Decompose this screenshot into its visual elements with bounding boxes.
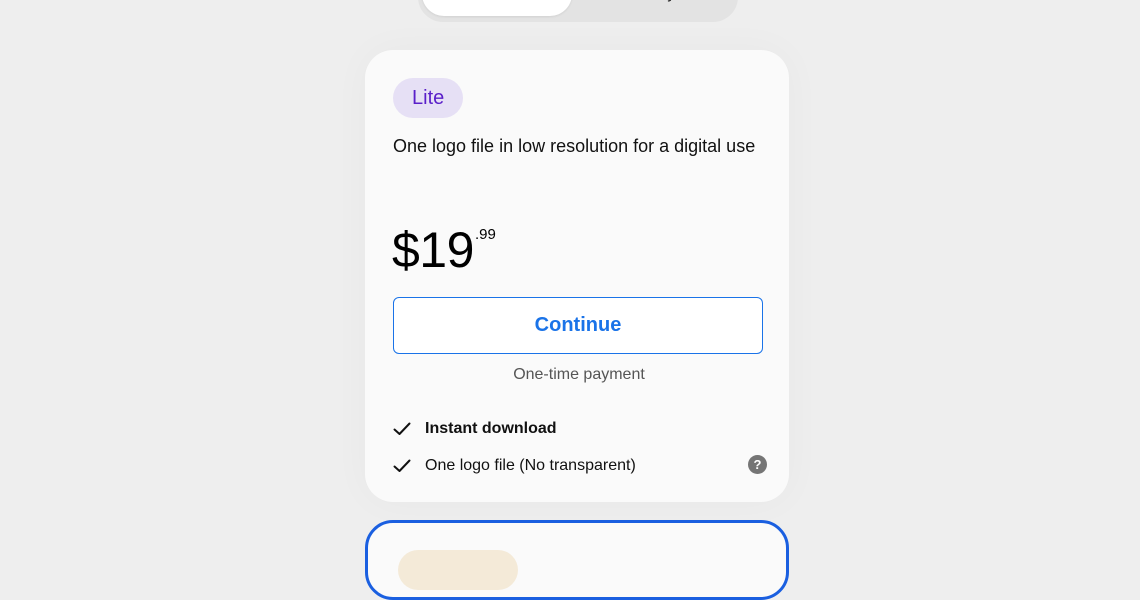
feature-label: Instant download (425, 420, 557, 437)
feature-item: Instant download (393, 416, 767, 453)
plan-description: One logo file in low resolution for a di… (393, 136, 756, 156)
plan-price: $19.99 (392, 220, 496, 280)
continue-button[interactable]: Continue (393, 297, 763, 354)
price-amount: $19 (392, 222, 474, 278)
plan-card-next[interactable] (365, 520, 789, 600)
feature-label: One logo file (No transparent) (425, 457, 636, 474)
help-icon[interactable]: ? (748, 455, 767, 474)
check-icon (393, 422, 411, 435)
feature-list: Instant download One logo file (No trans… (393, 416, 767, 490)
check-icon (393, 459, 411, 472)
payment-note: One-time payment (513, 366, 645, 383)
billing-period-toggle: For 3 months For 1 year (418, 0, 738, 22)
toggle-option-3-months[interactable]: For 3 months (422, 0, 572, 16)
toggle-option-1-year[interactable]: For 1 year (592, 0, 732, 16)
plan-card-lite: Lite One logo file in low resolution for… (365, 50, 789, 502)
plan-badge: Lite (393, 78, 464, 118)
plan-badge (398, 550, 518, 590)
feature-item: One logo file (No transparent) ? (393, 453, 767, 490)
price-cents: .99 (474, 226, 496, 243)
